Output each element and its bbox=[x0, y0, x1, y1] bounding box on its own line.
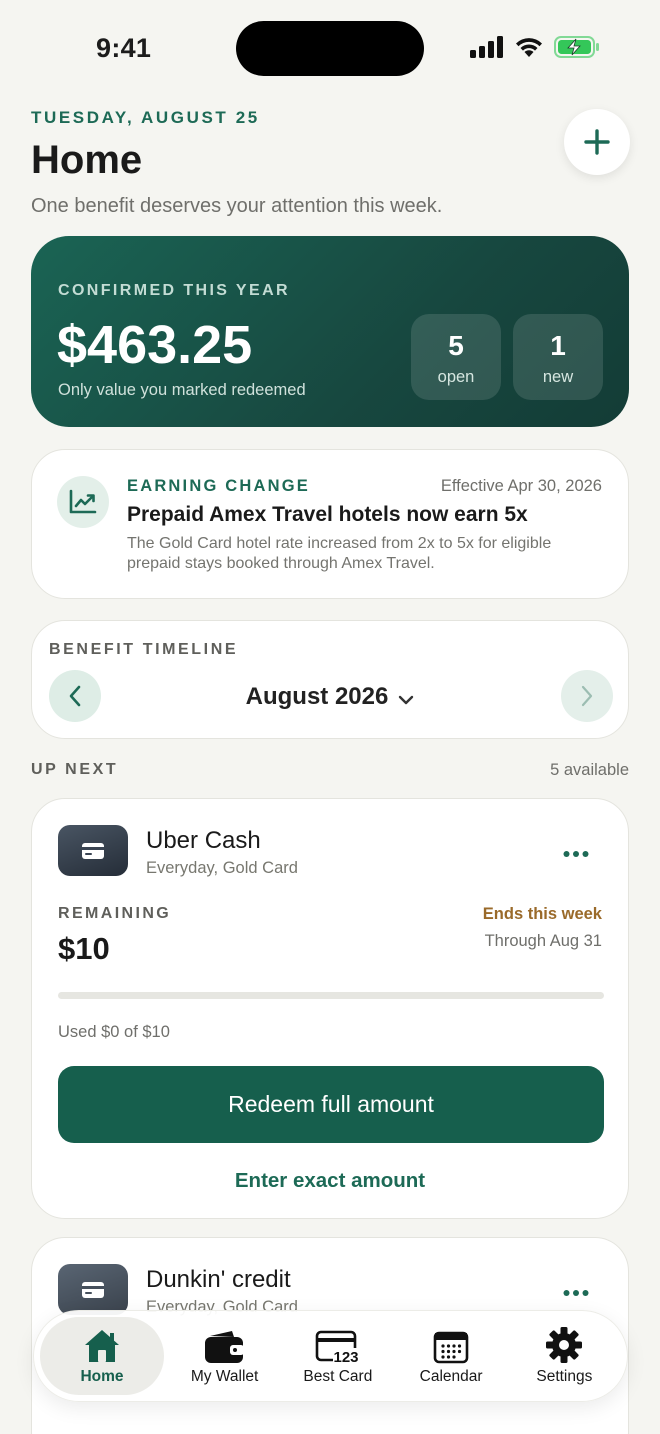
calendar-icon bbox=[433, 1326, 469, 1364]
status-bar: 9:41 bbox=[0, 0, 660, 96]
benefit-name: Uber Cash bbox=[146, 827, 261, 854]
tab-label: Home bbox=[80, 1368, 124, 1385]
ellipsis-icon bbox=[563, 851, 589, 857]
page-title: Home bbox=[31, 138, 143, 182]
tab-settings[interactable]: Settings bbox=[508, 1317, 621, 1395]
open-count-stat[interactable]: 5 open bbox=[411, 314, 501, 400]
summary-note: Only value you marked redeemed bbox=[58, 381, 306, 399]
wifi-icon bbox=[516, 38, 542, 57]
up-next-label: UP NEXT bbox=[31, 761, 119, 778]
earning-change-effective: Effective Apr 30, 2026 bbox=[440, 477, 602, 495]
usage-text: Used $0 of $10 bbox=[58, 1023, 170, 1041]
remaining-label: REMAINING bbox=[58, 905, 172, 922]
more-options-button[interactable] bbox=[563, 1280, 589, 1303]
month-label: August 2026 bbox=[245, 683, 389, 710]
month-selector[interactable]: August 2026 bbox=[32, 683, 628, 712]
credit-card-icon bbox=[58, 825, 128, 876]
confirmed-summary-card: CONFIRMED THIS YEAR $463.25 Only value y… bbox=[31, 236, 629, 427]
redeem-full-amount-button[interactable]: Redeem full amount bbox=[58, 1066, 604, 1143]
status-time: 9:41 bbox=[96, 33, 152, 63]
tab-my-wallet[interactable]: My Wallet bbox=[168, 1317, 281, 1395]
svg-text:123: 123 bbox=[333, 1349, 358, 1364]
tab-label: Calendar bbox=[419, 1368, 483, 1385]
enter-exact-amount-link[interactable]: Enter exact amount bbox=[32, 1169, 628, 1193]
chevron-right-icon bbox=[581, 685, 593, 707]
earning-change-card[interactable]: EARNING CHANGE Effective Apr 30, 2026 Pr… bbox=[31, 449, 629, 599]
tab-home[interactable]: Home bbox=[40, 1317, 164, 1395]
trend-chart-icon bbox=[57, 476, 109, 528]
house-icon bbox=[83, 1326, 121, 1364]
tab-label: Settings bbox=[536, 1368, 593, 1385]
header-date: TUESDAY, AUGUST 25 bbox=[31, 108, 260, 127]
earning-change-description: The Gold Card hotel rate increased from … bbox=[127, 535, 552, 572]
usage-progress-bar bbox=[58, 992, 604, 999]
summary-label: CONFIRMED THIS YEAR bbox=[58, 282, 290, 299]
wallet-icon bbox=[204, 1326, 246, 1364]
up-next-count: 5 available bbox=[550, 761, 629, 779]
benefit-timeline-card: BENEFIT TIMELINE August 2026 bbox=[31, 620, 629, 739]
add-button[interactable] bbox=[564, 109, 630, 175]
benefit-subtitle: Everyday, Gold Card bbox=[146, 859, 298, 877]
stat-value: 1 bbox=[550, 330, 566, 361]
benefit-name: Dunkin' credit bbox=[146, 1266, 291, 1293]
ends-badge: Ends this week bbox=[482, 905, 602, 923]
remaining-value: $10 bbox=[58, 931, 110, 966]
tab-label: Best Card bbox=[303, 1368, 373, 1385]
stat-label: open bbox=[437, 368, 475, 386]
page-header: TUESDAY, AUGUST 25 Home One benefit dese… bbox=[31, 108, 631, 218]
more-options-button[interactable] bbox=[563, 841, 589, 864]
stat-label: new bbox=[542, 368, 574, 386]
tab-label: My Wallet bbox=[190, 1368, 259, 1385]
tab-bar: Home My Wallet 123 Best Card Calendar Se… bbox=[33, 1310, 628, 1402]
status-icons bbox=[470, 36, 600, 58]
battery-charging-icon bbox=[554, 36, 599, 58]
gear-icon bbox=[545, 1326, 583, 1364]
cellular-signal-icon bbox=[470, 36, 503, 58]
earning-change-title: Prepaid Amex Travel hotels now earn 5x bbox=[127, 503, 528, 526]
card-123-icon: 123 bbox=[315, 1326, 361, 1364]
next-month-button[interactable] bbox=[561, 670, 613, 722]
ellipsis-icon bbox=[563, 1290, 589, 1296]
new-count-stat[interactable]: 1 new bbox=[513, 314, 603, 400]
plus-icon bbox=[584, 129, 610, 155]
earning-change-tag: EARNING CHANGE bbox=[127, 477, 310, 495]
tab-calendar[interactable]: Calendar bbox=[395, 1317, 508, 1395]
chevron-down-icon bbox=[398, 684, 414, 712]
page-subtitle: One benefit deserves your attention this… bbox=[31, 195, 443, 217]
summary-amount: $463.25 bbox=[57, 315, 253, 375]
credit-card-icon bbox=[58, 1264, 128, 1315]
dynamic-island bbox=[236, 21, 424, 76]
benefit-card: Uber Cash Everyday, Gold Card REMAINING … bbox=[31, 798, 629, 1219]
timeline-label: BENEFIT TIMELINE bbox=[49, 641, 239, 658]
stat-value: 5 bbox=[448, 330, 464, 361]
through-date: Through Aug 31 bbox=[484, 932, 602, 950]
tab-best-card[interactable]: 123 Best Card bbox=[281, 1317, 394, 1395]
